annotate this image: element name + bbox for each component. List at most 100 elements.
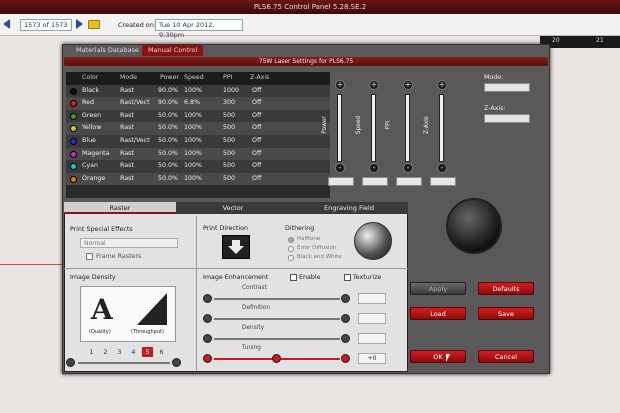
cell-power: 50.0%: [158, 174, 179, 182]
definition-track[interactable]: [214, 318, 340, 320]
density-decrease-button[interactable]: [203, 334, 212, 343]
zaxis-select[interactable]: [484, 114, 530, 123]
table-row[interactable]: Black Rast 90.0% 100% 1000 Off: [66, 84, 330, 98]
next-arrow-icon[interactable]: [76, 19, 83, 29]
minus-button[interactable]: -: [403, 163, 413, 173]
color-swatch-icon: [70, 125, 77, 133]
density-track[interactable]: [214, 338, 340, 340]
load-button[interactable]: Load: [410, 307, 466, 320]
tuning-increase-button[interactable]: [341, 354, 350, 363]
table-row[interactable]: Magenta Rast 50.0% 100% 500 Off: [66, 147, 330, 161]
density-increase-button[interactable]: [341, 334, 350, 343]
power-value-box[interactable]: [328, 177, 354, 186]
table-row[interactable]: Yellow Rast 50.0% 100% 500 Off: [66, 122, 330, 135]
definition-increase-button[interactable]: [341, 314, 350, 323]
col-ppi: PPI: [223, 74, 233, 81]
prev-arrow-icon[interactable]: [3, 19, 10, 29]
ppi-value-box[interactable]: [396, 177, 422, 186]
frame-rasters-checkbox[interactable]: [86, 253, 93, 260]
ppi-slider-label: PPI: [385, 120, 392, 130]
tab-vector[interactable]: Vector: [176, 202, 290, 214]
density-preview: A (Quality) (Throughput): [80, 286, 176, 342]
z-slider-track[interactable]: [439, 94, 444, 162]
density-step[interactable]: 1: [86, 347, 97, 357]
cell-ppi: 300: [223, 99, 236, 107]
contrast-track[interactable]: [214, 298, 340, 300]
speed-value-box[interactable]: [362, 177, 388, 186]
power-slider-track[interactable]: [337, 94, 342, 162]
mode-select[interactable]: [484, 83, 530, 92]
definition-decrease-button[interactable]: [203, 314, 212, 323]
table-row[interactable]: Green Rast 50.0% 100% 500 Off: [66, 109, 330, 123]
ppi-slider-track[interactable]: [405, 94, 410, 162]
col-speed: Speed: [184, 74, 204, 81]
plus-button[interactable]: +: [403, 80, 413, 90]
print-direction-button[interactable]: [222, 235, 250, 259]
tab-engraving-field[interactable]: Engraving Field: [290, 202, 408, 214]
dither-radio[interactable]: [288, 255, 294, 261]
cell-mode: Rast: [120, 124, 134, 132]
contrast-value-field[interactable]: [358, 293, 386, 304]
tuning-value-field[interactable]: +0: [358, 353, 386, 364]
col-zaxis: Z-Axis: [250, 74, 270, 81]
cancel-button[interactable]: Cancel: [478, 350, 534, 363]
contrast-decrease-button[interactable]: [203, 294, 212, 303]
density-step[interactable]: 4: [128, 347, 139, 357]
plus-button[interactable]: +: [335, 80, 345, 90]
created-label: Created on:: [118, 21, 157, 29]
tuning-decrease-button[interactable]: [203, 354, 212, 363]
ruler-mark: 20: [552, 37, 560, 44]
contrast-increase-button[interactable]: [341, 294, 350, 303]
density-step[interactable]: 5: [142, 347, 153, 357]
cell-z: Off: [252, 149, 262, 157]
plus-button[interactable]: +: [369, 80, 379, 90]
cell-speed: 100%: [184, 137, 203, 144]
tab-manual-control[interactable]: Manual Control: [142, 45, 204, 56]
density-step[interactable]: 6: [156, 347, 167, 357]
tab-materials-database[interactable]: Materials Database: [70, 45, 145, 56]
minus-button[interactable]: -: [369, 163, 379, 173]
dither-radio[interactable]: [288, 246, 294, 252]
ok-button[interactable]: OK: [410, 350, 466, 363]
cell-color: Orange: [82, 174, 106, 182]
table-row[interactable]: Orange Rast 50.0% 100% 500 Off: [66, 172, 330, 186]
joystick-knob[interactable]: [446, 198, 502, 254]
col-color: Color: [82, 74, 99, 81]
settings-header: 75W Laser Settings for PLS6.75: [64, 57, 548, 66]
minus-button[interactable]: -: [335, 163, 345, 173]
z-value-box[interactable]: [430, 177, 456, 186]
color-swatch-icon: [70, 175, 77, 183]
enable-checkbox[interactable]: [290, 274, 297, 281]
color-swatch-icon: [70, 163, 77, 171]
defaults-button[interactable]: Defaults: [478, 282, 534, 295]
density-value-field[interactable]: [358, 333, 386, 344]
cell-speed: 100%: [184, 162, 203, 170]
print-special-effects-label: Print Special Effects: [70, 226, 133, 233]
table-row[interactable]: Blue Rast/Vect 50.0% 100% 500 Off: [66, 135, 330, 148]
effects-select[interactable]: Normal: [80, 238, 178, 248]
left-margin-line: [0, 264, 62, 265]
density-step[interactable]: 3: [114, 347, 125, 357]
toolbar: 1573 of 1573 Created on: Tue 10 Apr 2012…: [0, 14, 620, 39]
folder-icon[interactable]: [88, 20, 100, 29]
page-counter[interactable]: 1573 of 1573: [20, 19, 72, 31]
density-step[interactable]: 2: [100, 347, 111, 357]
table-row[interactable]: Cyan Rast 50.0% 100% 500 Off: [66, 160, 330, 173]
save-button[interactable]: Save: [478, 307, 534, 320]
ruler: 20 21: [540, 36, 620, 48]
effects-select-value: Normal: [84, 240, 106, 247]
tuning-thumb[interactable]: [272, 354, 281, 363]
texturize-checkbox[interactable]: [344, 274, 351, 281]
tab-raster[interactable]: Raster: [64, 202, 176, 214]
plus-button[interactable]: +: [437, 80, 447, 90]
density-decrease-button[interactable]: [66, 358, 75, 367]
minus-button[interactable]: -: [437, 163, 447, 173]
material-table: Color Mode Power Speed PPI Z-Axis Black R…: [66, 72, 330, 198]
cell-speed: 100%: [184, 149, 203, 157]
dither-radio[interactable]: [288, 237, 294, 243]
table-row[interactable]: Red Rast/Vect 90.0% 6.8% 300 Off: [66, 97, 330, 110]
speed-slider-track[interactable]: [371, 94, 376, 162]
density-increase-button[interactable]: [172, 358, 181, 367]
apply-button[interactable]: Apply: [410, 282, 466, 295]
definition-value-field[interactable]: [358, 313, 386, 324]
